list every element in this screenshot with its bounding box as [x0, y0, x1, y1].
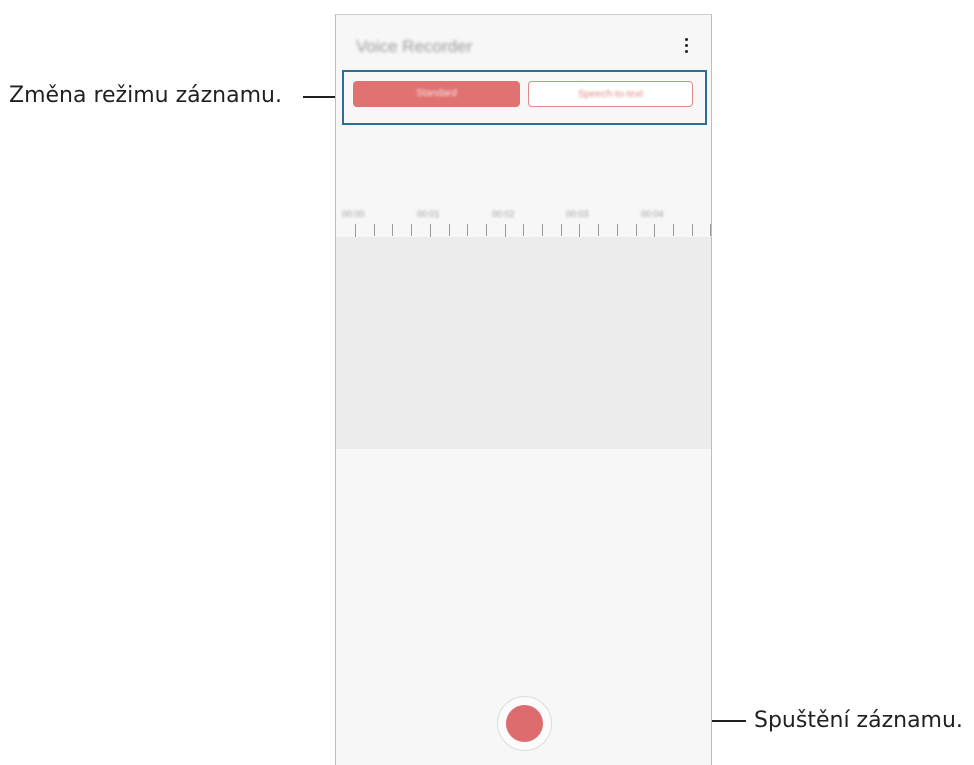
ruler-tick: [542, 224, 543, 236]
mode-standard-button[interactable]: Standard: [353, 81, 520, 107]
timeline-label: 00:01: [417, 209, 440, 219]
timeline-labels: 00:00 00:01 00:02 00:03 00:04: [336, 209, 711, 221]
timeline-label: 00:00: [342, 209, 365, 219]
ruler-tick: [635, 224, 637, 236]
record-icon: [506, 705, 543, 742]
timeline-label: 00:03: [566, 209, 589, 219]
ruler-tick: [392, 224, 394, 236]
record-button[interactable]: [497, 696, 552, 751]
ruler-tick: [710, 224, 711, 236]
mode-speech-label: Speech-to-text: [577, 89, 644, 100]
ruler-tick: [598, 224, 600, 236]
ruler-tick: [485, 224, 487, 236]
mode-speech-to-text-button[interactable]: Speech-to-text: [528, 81, 693, 107]
ruler-tick: [373, 224, 375, 236]
callout-start-recording: Spuštění záznamu.: [754, 708, 963, 733]
ruler-tick: [411, 224, 413, 236]
ruler-tick: [691, 224, 693, 236]
ruler-tick: [616, 224, 618, 236]
phone-screen: Voice Recorder Standard Speech-to-text 0…: [335, 14, 712, 765]
ruler-tick: [560, 224, 562, 236]
waveform-area: [336, 237, 711, 449]
timeline-label: 00:04: [641, 209, 664, 219]
timeline-label: 00:02: [492, 209, 515, 219]
ruler-tick: [523, 224, 525, 236]
callout-mode-change: Změna režimu záznamu.: [9, 83, 282, 108]
more-vertical-icon[interactable]: [681, 36, 691, 56]
ruler-tick: [448, 224, 450, 236]
ruler-tick: [672, 224, 674, 236]
app-title: Voice Recorder: [356, 37, 473, 56]
mode-standard-label: Standard: [416, 88, 457, 99]
ruler-tick: [467, 224, 469, 236]
